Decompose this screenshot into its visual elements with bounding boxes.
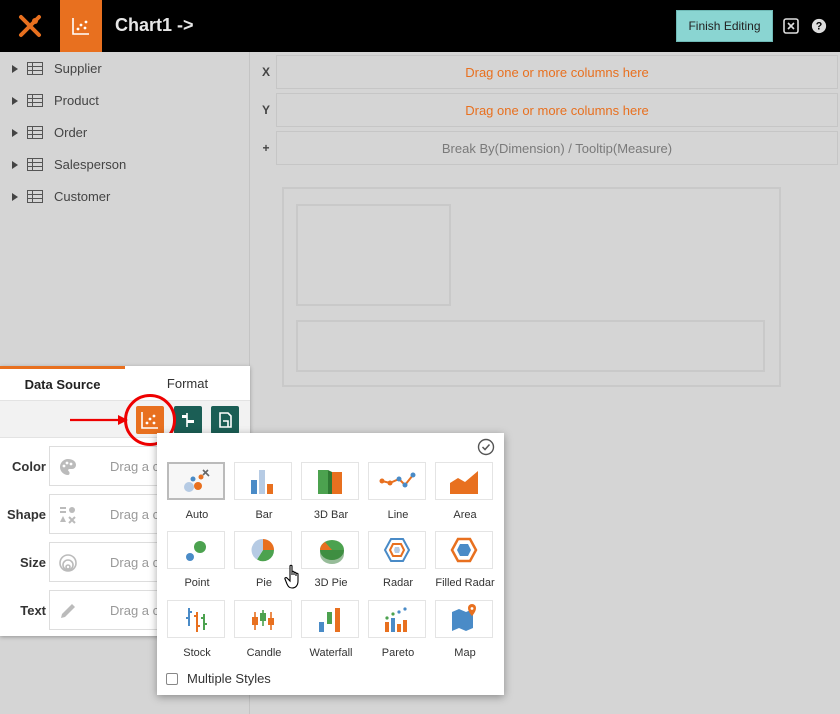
svg-text:?: ?: [816, 21, 823, 33]
chart-type-waterfall[interactable]: [301, 600, 359, 638]
tree-item-salesperson[interactable]: Salesperson: [0, 154, 250, 176]
tree-item-product[interactable]: Product: [0, 90, 250, 112]
chart-type-pareto[interactable]: [368, 600, 426, 638]
chart-type-popup: Auto Bar 3D Bar Line Area Point Pie 3D P…: [157, 433, 504, 695]
table-icon: [27, 158, 43, 171]
tree-item-label: Salesperson: [54, 157, 127, 172]
pencil-icon: [61, 604, 75, 618]
expand-arrow-icon[interactable]: [12, 129, 18, 137]
3d-pie-chart-icon: [320, 540, 344, 564]
shapes-icon: [60, 507, 76, 524]
tree-item-supplier[interactable]: Supplier: [0, 58, 250, 80]
top-bar: Chart1 -> Finish Editing ?: [0, 0, 840, 52]
area-chart-icon: [450, 471, 478, 494]
hand-cursor-icon: [284, 564, 299, 589]
chart-type-line[interactable]: [368, 462, 426, 500]
candle-chart-icon: [252, 610, 274, 630]
chart-layout-button[interactable]: [174, 406, 202, 434]
chart-type-label: Map: [454, 647, 476, 659]
tree-item-label: Product: [54, 93, 99, 108]
table-icon: [27, 62, 43, 75]
chart-mode-icon[interactable]: [60, 0, 102, 52]
tab-data-source[interactable]: Data Source: [0, 366, 125, 400]
annotation-arrow-icon: [70, 415, 128, 425]
close-icon[interactable]: [783, 18, 799, 34]
table-icon: [27, 126, 43, 139]
expand-arrow-icon[interactable]: [12, 97, 18, 105]
chart-type-label: Area: [453, 509, 477, 521]
radar-chart-icon: [383, 538, 411, 562]
expand-arrow-icon[interactable]: [12, 161, 18, 169]
chart-type-radar[interactable]: [368, 531, 426, 569]
tree-item-label: Supplier: [54, 61, 102, 76]
app-logo-icon: [0, 0, 60, 52]
size-label: Size: [19, 555, 46, 570]
table-icon: [27, 190, 43, 203]
pareto-chart-icon: [385, 607, 407, 632]
waterfall-chart-icon: [319, 608, 340, 632]
chart-type-area[interactable]: [435, 462, 493, 500]
breakby-dropzone[interactable]: Break By(Dimension) / Tooltip(Measure): [276, 131, 838, 165]
map-chart-icon: [452, 604, 476, 631]
y-axis-label: Y: [261, 103, 270, 117]
confirm-check-icon[interactable]: [477, 438, 495, 456]
x-axis-label: X: [261, 65, 270, 79]
table-icon: [27, 94, 43, 107]
tree-item-label: Customer: [54, 189, 111, 204]
pie-chart-icon: [251, 538, 275, 562]
filled-radar-chart-icon: [450, 537, 478, 563]
multiple-styles-label: Multiple Styles: [187, 671, 271, 686]
help-icon[interactable]: ?: [811, 18, 827, 34]
palette-icon: [60, 459, 76, 475]
finish-editing-button[interactable]: Finish Editing: [676, 10, 773, 42]
y-dropzone[interactable]: Drag one or more columns here: [276, 93, 838, 127]
chart-type-bar[interactable]: [234, 462, 292, 500]
chart-type-stock[interactable]: [167, 600, 225, 638]
stock-chart-icon: [186, 608, 207, 632]
chart-type-label: Filled Radar: [435, 577, 495, 589]
chart-type-3d-pie[interactable]: [301, 531, 359, 569]
color-label: Color: [12, 459, 46, 474]
bar-chart-icon: [251, 470, 273, 494]
chart-type-auto[interactable]: [167, 462, 225, 500]
expand-arrow-icon[interactable]: [12, 193, 18, 201]
expand-arrow-icon[interactable]: [12, 65, 18, 73]
multiple-styles-option[interactable]: Multiple Styles: [166, 671, 271, 686]
chart-type-point[interactable]: [167, 531, 225, 569]
tree-item-label: Order: [54, 125, 88, 140]
align-bars-icon: [182, 413, 194, 427]
shape-label: Shape: [6, 507, 46, 522]
tree-item-order[interactable]: Order: [0, 122, 250, 144]
chart-type-3d-bar[interactable]: [301, 462, 359, 500]
chart-options-icon: [219, 412, 232, 428]
chart-options-button[interactable]: [211, 406, 239, 434]
size-circles-icon: [59, 554, 77, 572]
x-dropzone[interactable]: Drag one or more columns here: [276, 55, 838, 89]
chart-type-filled-radar[interactable]: [435, 531, 493, 569]
auto-chart-icon: [184, 469, 210, 492]
multiple-styles-checkbox[interactable]: [166, 672, 178, 685]
point-chart-icon: [186, 541, 206, 561]
chart-area-placeholder: [296, 204, 451, 306]
line-chart-icon: [379, 472, 416, 488]
chart-type-map[interactable]: [435, 600, 493, 638]
page-title: Chart1 ->: [115, 15, 194, 35]
extra-binding-label: +: [262, 141, 270, 155]
text-label: Text: [20, 603, 46, 618]
3d-bar-chart-icon: [318, 470, 342, 494]
tree-item-customer[interactable]: Customer: [0, 186, 250, 208]
legend-area-placeholder: [296, 320, 765, 372]
chart-type-candle[interactable]: [234, 600, 292, 638]
